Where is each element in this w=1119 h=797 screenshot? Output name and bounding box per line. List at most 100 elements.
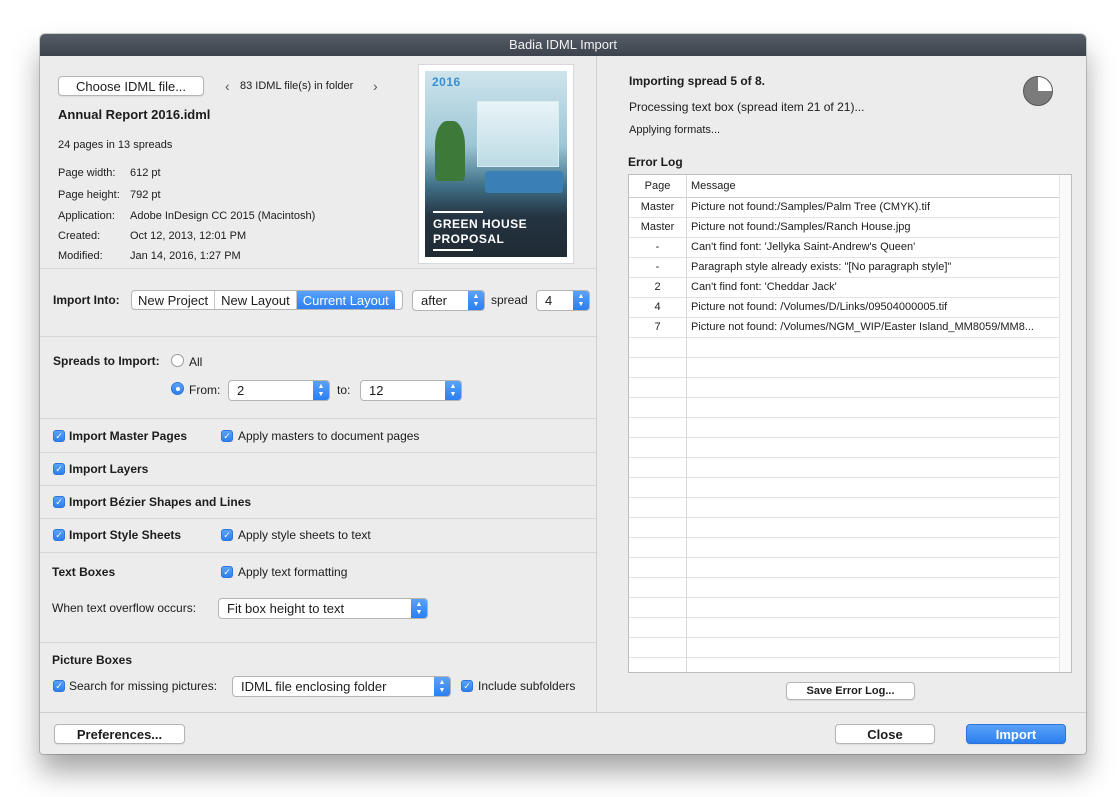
table-row — [629, 577, 1059, 598]
thumbnail-rule — [433, 211, 483, 213]
table-cell-page: 2 — [629, 277, 687, 297]
import-into-new-project[interactable]: New Project — [132, 291, 216, 309]
text-overflow-select[interactable]: Fit box height to text ▲ ▼ — [218, 598, 428, 619]
created-value: Oct 12, 2013, 12:01 PM — [130, 230, 247, 242]
apply-text-formatting-checkbox[interactable]: ✓ — [221, 566, 233, 578]
import-into-current-layout[interactable]: Current Layout — [296, 291, 395, 309]
save-error-log-button[interactable]: Save Error Log... — [786, 682, 915, 700]
folder-file-count: 83 IDML file(s) in folder — [240, 80, 354, 92]
spreads-all-label: All — [189, 355, 203, 369]
preferences-button[interactable]: Preferences... — [54, 724, 185, 744]
table-cell-page: 4 — [629, 297, 687, 317]
apply-masters-label: Apply masters to document pages — [238, 429, 420, 443]
prev-file-chevron-icon[interactable]: ‹ — [225, 78, 230, 94]
table-cell-page — [629, 417, 687, 437]
position-select-value: after — [421, 293, 448, 308]
import-master-pages-checkbox[interactable]: ✓ — [53, 430, 65, 442]
position-select[interactable]: after ▲ ▼ — [412, 290, 485, 311]
import-style-sheets-label: Import Style Sheets — [69, 528, 182, 542]
spreads-from-radio[interactable] — [171, 382, 184, 395]
table-cell-page — [629, 597, 687, 617]
table-cell-message — [691, 377, 1057, 397]
choose-idml-file-button[interactable]: Choose IDML file... — [58, 76, 204, 96]
column-header-page[interactable]: Page — [629, 175, 687, 197]
table-row — [629, 597, 1059, 618]
spreads-to-select[interactable]: 12 ▲ ▼ — [360, 380, 462, 401]
import-master-pages-label: Import Master Pages — [69, 429, 188, 443]
table-cell-message — [691, 657, 1057, 672]
search-location-select[interactable]: IDML file enclosing folder ▲ ▼ — [232, 676, 451, 697]
table-row[interactable]: 2 Can't find font: 'Cheddar Jack' — [629, 277, 1059, 298]
include-subfolders-checkbox[interactable]: ✓ — [461, 680, 473, 692]
error-log-scrollbar[interactable] — [1059, 175, 1071, 672]
table-cell-message — [691, 357, 1057, 377]
table-row — [629, 617, 1059, 638]
page-height-label: Page height: — [58, 189, 120, 201]
popup-arrows-icon: ▲ ▼ — [434, 677, 450, 696]
search-missing-pictures-label: Search for missing pictures: — [69, 679, 218, 693]
apply-style-sheets-checkbox[interactable]: ✓ — [221, 529, 233, 541]
separator — [40, 642, 596, 643]
import-bezier-checkbox[interactable]: ✓ — [53, 496, 65, 508]
modified-label: Modified: — [58, 250, 103, 262]
spread-select[interactable]: 4 ▲ ▼ — [536, 290, 590, 311]
spreads-to-value: 12 — [369, 383, 384, 398]
separator — [40, 552, 596, 553]
table-row — [629, 537, 1059, 558]
include-subfolders-label: Include subfolders — [478, 679, 576, 693]
spreads-all-radio[interactable] — [171, 354, 184, 367]
table-cell-page — [629, 457, 687, 477]
plant-shape — [435, 121, 465, 181]
popup-arrows-icon: ▲ ▼ — [445, 381, 461, 400]
table-row — [629, 417, 1059, 438]
spreads-from-label: From: — [189, 383, 221, 397]
import-style-sheets-checkbox[interactable]: ✓ — [53, 529, 65, 541]
error-log-table: Page Message Master Picture not found:/Sa… — [628, 174, 1072, 673]
thumbnail-title: GREEN HOUSE PROPOSAL — [433, 217, 527, 247]
table-row[interactable]: Master Picture not found:/Samples/Ranch H… — [629, 217, 1059, 238]
panel-divider — [596, 56, 597, 712]
table-row[interactable]: 7 Picture not found: /Volumes/NGM_WIP/Eas… — [629, 317, 1059, 338]
table-cell-message — [691, 337, 1057, 357]
sofa-shape — [485, 171, 563, 193]
table-row[interactable]: - Can't find font: 'Jellyka Saint-Andrew'… — [629, 237, 1059, 258]
table-row — [629, 657, 1059, 672]
table-row[interactable]: Master Picture not found:/Samples/Palm Tr… — [629, 197, 1059, 218]
table-cell-page: - — [629, 257, 687, 277]
created-label: Created: — [58, 230, 101, 242]
separator — [40, 336, 596, 337]
table-row — [629, 497, 1059, 518]
text-boxes-label: Text Boxes — [52, 565, 116, 579]
import-layers-checkbox[interactable]: ✓ — [53, 463, 65, 475]
table-cell-message — [691, 557, 1057, 577]
spread-select-value: 4 — [545, 293, 553, 308]
table-cell-message — [691, 577, 1057, 597]
next-file-chevron-icon[interactable]: › — [373, 78, 378, 94]
separator — [40, 268, 596, 269]
progress-pie-icon — [1023, 76, 1053, 106]
import-into-label: Import Into: — [53, 293, 120, 307]
table-cell-message: Picture not found:/Samples/Ranch House.j… — [691, 221, 911, 233]
table-cell-page — [629, 357, 687, 377]
table-cell-message: Paragraph style already exists: "[No par… — [691, 261, 952, 273]
table-cell-message — [691, 397, 1057, 417]
import-button[interactable]: Import — [966, 724, 1066, 744]
import-into-new-layout[interactable]: New Layout — [215, 291, 297, 309]
search-missing-pictures-checkbox[interactable]: ✓ — [53, 680, 65, 692]
table-row[interactable]: 4 Picture not found: /Volumes/D/Links/095… — [629, 297, 1059, 318]
table-row — [629, 337, 1059, 358]
close-button[interactable]: Close — [835, 724, 935, 744]
table-cell-message: Can't find font: 'Jellyka Saint-Andrew's… — [691, 241, 916, 253]
table-cell-message: Picture not found: /Volumes/NGM_WIP/East… — [691, 321, 1034, 333]
table-row[interactable]: - Paragraph style already exists: "[No pa… — [629, 257, 1059, 278]
progress-step: Applying formats... — [629, 124, 721, 136]
table-cell-page — [629, 337, 687, 357]
spreads-from-value: 2 — [237, 383, 245, 398]
separator — [40, 452, 596, 453]
progress-detail: Processing text box (spread item 21 of 2… — [629, 100, 865, 114]
picture-boxes-label: Picture Boxes — [52, 653, 133, 667]
apply-masters-checkbox[interactable]: ✓ — [221, 430, 233, 442]
spreads-from-select[interactable]: 2 ▲ ▼ — [228, 380, 330, 401]
column-header-message[interactable]: Message — [691, 175, 736, 197]
popup-arrows-icon: ▲ ▼ — [468, 291, 484, 310]
